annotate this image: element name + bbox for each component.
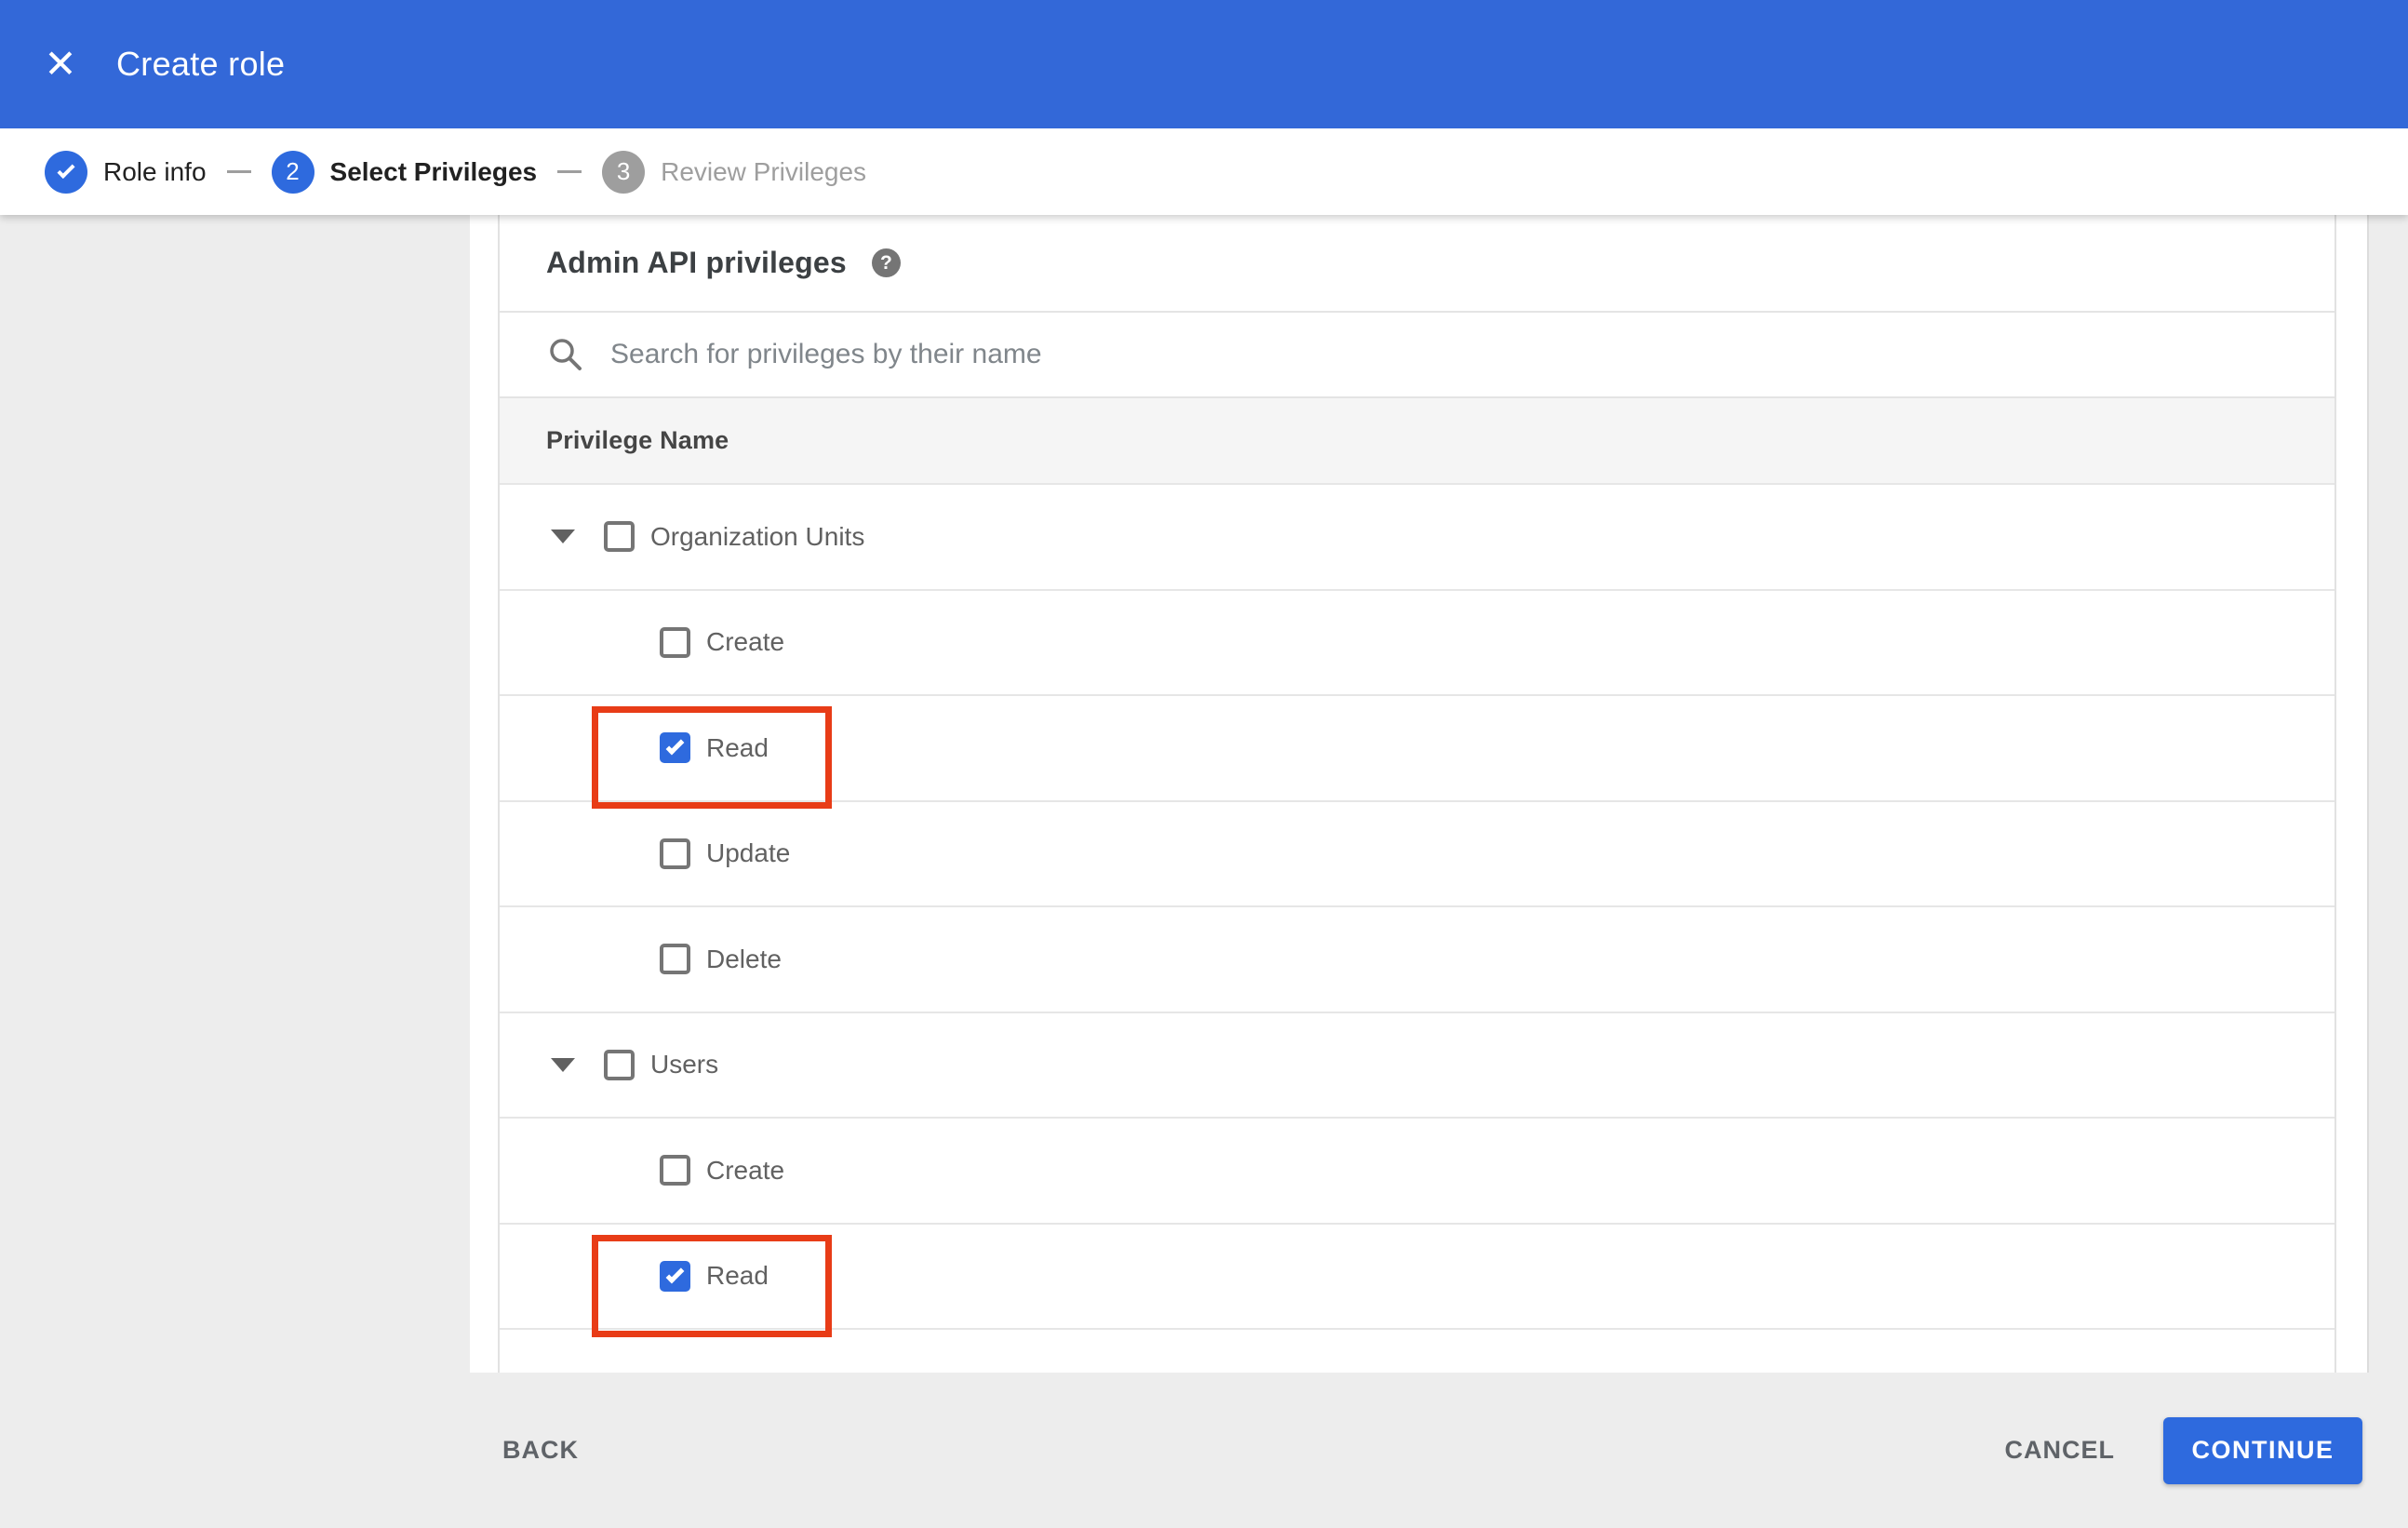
stepper-step-review-privileges[interactable]: 3 Review Privileges <box>602 150 867 194</box>
create-role-dialog: ✕ Create role Role info 2 Select Privilege… <box>0 0 2408 1528</box>
expand-arrow-icon[interactable] <box>551 1057 575 1072</box>
stepper-step-select-privileges[interactable]: 2 Select Privileges <box>271 150 538 194</box>
stepper-connector <box>226 170 251 173</box>
table-header-label: Privilege Name <box>546 426 729 454</box>
panel-title: Admin API privileges <box>546 246 847 279</box>
dialog-footer: BACK CANCEL CONTINUE <box>0 1373 2408 1528</box>
checkbox-create[interactable] <box>660 626 690 658</box>
close-icon[interactable]: ✕ <box>40 44 81 85</box>
dialog-title: Create role <box>116 45 286 83</box>
help-icon[interactable]: ? <box>871 248 901 277</box>
left-gutter-panel <box>0 215 470 1373</box>
privilege-label: Update <box>706 838 791 868</box>
dialog-header: ✕ Create role <box>0 0 2408 128</box>
checkbox-organization-units[interactable] <box>604 521 635 553</box>
privilege-row-create: Create <box>500 590 2334 696</box>
step-number: 2 <box>271 150 314 194</box>
step-number: 3 <box>602 150 646 194</box>
check-icon <box>665 736 685 756</box>
stepper: Role info 2 Select Privileges 3 Review Privi… <box>0 128 2408 215</box>
privilege-row-create: Create <box>500 1119 2334 1225</box>
stepper-connector <box>557 170 582 173</box>
search-icon <box>550 339 582 370</box>
privileges-card-heading: Admin API privileges ? <box>500 215 2334 313</box>
checkbox-users[interactable] <box>604 1049 635 1080</box>
continue-button[interactable]: CONTINUE <box>2163 1416 2362 1484</box>
stepper-steps: Role info 2 Select Privileges 3 Review Privi… <box>45 150 867 194</box>
privilege-search-row <box>500 313 2334 398</box>
privilege-label: Read <box>706 1261 769 1291</box>
privilege-label: Delete <box>706 944 782 973</box>
search-input[interactable] <box>610 339 2006 370</box>
privilege-row-organization-units: Organization Units <box>500 485 2334 591</box>
main-content: Admin API privileges ? Privilege Name Or… <box>0 215 2408 1373</box>
privilege-label: Create <box>706 1155 785 1185</box>
check-icon <box>665 1265 685 1284</box>
privilege-label: Organization Units <box>650 521 865 551</box>
back-button[interactable]: BACK <box>502 1436 579 1465</box>
stepper-step-label: Select Privileges <box>329 156 538 186</box>
checkbox-create[interactable] <box>660 1155 690 1186</box>
table-header-row: Privilege Name <box>500 398 2334 485</box>
privilege-row-read: Read <box>500 1224 2334 1337</box>
privilege-row-read: Read <box>500 696 2334 809</box>
checkbox-delete[interactable] <box>660 944 690 975</box>
privilege-row-users: Users <box>500 1012 2334 1119</box>
expand-arrow-icon[interactable] <box>551 529 575 544</box>
privilege-row-delete: Delete <box>500 907 2334 1013</box>
privilege-row-update: Update <box>500 801 2334 907</box>
scrollbar-track[interactable] <box>2367 215 2408 1373</box>
checkbox-read[interactable] <box>660 1260 690 1292</box>
stepper-step-label: Review Privileges <box>661 156 867 186</box>
footer-actions: CANCEL CONTINUE <box>2005 1416 2362 1484</box>
privilege-label: Read <box>706 732 769 762</box>
stepper-step-role-info[interactable]: Role info <box>45 150 207 194</box>
checkbox-read[interactable] <box>660 732 690 764</box>
step-check-icon <box>45 150 87 194</box>
check-icon <box>57 160 75 179</box>
privilege-row-partial <box>500 1330 2334 1373</box>
privileges-card: Admin API privileges ? Privilege Name Or… <box>498 215 2336 1373</box>
privilege-rows: Organization Units Create Read Update Delete… <box>500 485 2334 1373</box>
privilege-label: Users <box>650 1050 719 1079</box>
cancel-button[interactable]: CANCEL <box>2005 1436 2116 1465</box>
privilege-label: Create <box>706 627 785 657</box>
stepper-step-label: Role info <box>103 156 207 186</box>
checkbox-update[interactable] <box>660 838 690 869</box>
